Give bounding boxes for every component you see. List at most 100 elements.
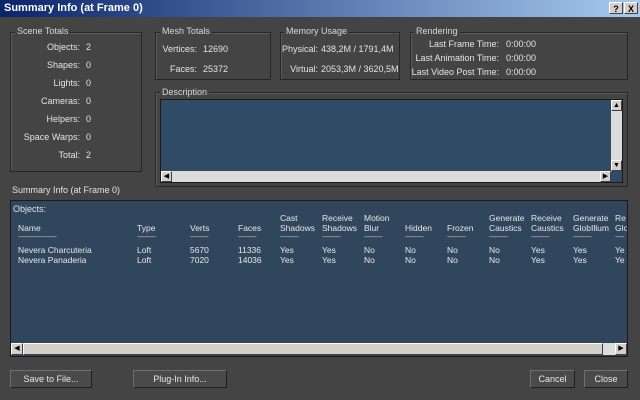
scene-shapes-value: 0 xyxy=(86,60,92,70)
column-header[interactable]: Verts xyxy=(190,223,238,233)
column-header[interactable]: Caustics xyxy=(489,223,531,233)
table-cell: Loft xyxy=(137,255,152,265)
column-header[interactable]: Type xyxy=(137,223,190,233)
close-window-button[interactable]: X xyxy=(624,2,638,14)
table-cell: 11336 xyxy=(238,245,262,255)
column-separator: ---------- xyxy=(238,234,257,241)
table-cell: No xyxy=(364,255,375,265)
description-scroll-up-button[interactable]: ▲ xyxy=(611,100,622,111)
table-cell: No xyxy=(489,245,500,255)
last-video-post-time-value: 0:00:00 xyxy=(506,67,537,77)
table-cell: Yes xyxy=(531,245,545,255)
column-header-line1: Generate xyxy=(573,213,609,223)
column-separator: ---------- xyxy=(531,234,550,241)
vertices-label: Vertices: xyxy=(162,44,197,54)
table-cell: Yes xyxy=(531,255,545,265)
table-cell: Nevera Panaderia xyxy=(18,255,87,265)
description-scroll-right-button[interactable]: ▶ xyxy=(600,171,611,182)
scene-shapes-label: Shapes: xyxy=(46,60,80,70)
column-header-line1: Cast xyxy=(280,213,298,223)
table-cell: 5670 xyxy=(190,245,209,255)
column-header-line1: Receive xyxy=(531,213,562,223)
scene-space-warps-label: Space Warps: xyxy=(23,132,80,142)
column-separator: ---------- xyxy=(447,234,466,241)
column-separator: ---------- xyxy=(364,234,383,241)
scene-lights-label: Lights: xyxy=(53,78,80,88)
last-video-post-time-label: Last Video Post Time: xyxy=(411,67,499,77)
last-animation-time-label: Last Animation Time: xyxy=(415,53,499,63)
column-separator: ---------- xyxy=(405,234,424,241)
scene-cameras-value: 0 xyxy=(86,96,92,106)
physical-value: 438,2M / 1791,4M xyxy=(321,44,394,54)
table-cell: Yes xyxy=(573,255,587,265)
table-cell: Yes xyxy=(280,255,294,265)
column-separator: ---------- xyxy=(573,234,592,241)
cancel-button[interactable]: Cancel xyxy=(530,370,575,388)
scene-total-label: Total: xyxy=(58,150,80,160)
table-cell: No xyxy=(405,255,416,265)
virtual-value: 2053,3M / 3620,5M xyxy=(321,64,399,74)
scene-objects-label: Objects: xyxy=(46,42,80,52)
table-cell: 14036 xyxy=(238,255,262,265)
objects-scroll-thumb[interactable] xyxy=(23,343,603,355)
column-header-line1: Re xyxy=(615,213,626,223)
summary-info-label: Summary Info (at Frame 0) xyxy=(12,185,121,195)
column-header-line1: Motion xyxy=(364,213,390,223)
table-cell: Yes xyxy=(322,255,336,265)
virtual-label: Virtual: xyxy=(290,64,318,74)
column-header[interactable]: Caustics xyxy=(531,223,573,233)
column-separator: ---------- xyxy=(489,234,508,241)
description-hscroll[interactable] xyxy=(161,171,611,182)
table-cell: Ye xyxy=(615,245,625,255)
column-header[interactable]: Hidden xyxy=(405,223,447,233)
column-header[interactable]: Shadows xyxy=(280,223,322,233)
faces-value: 25372 xyxy=(203,64,229,74)
scene-helpers-value: 0 xyxy=(86,114,92,124)
table-cell: No xyxy=(489,255,500,265)
plugin-info-button[interactable]: Plug-In Info... xyxy=(133,370,227,388)
faces-label: Faces: xyxy=(169,64,197,74)
table-cell: Loft xyxy=(137,245,152,255)
table-cell: 7020 xyxy=(190,255,209,265)
scene-total-value: 2 xyxy=(86,150,92,160)
description-label: Description xyxy=(160,87,210,97)
scene-objects-value: 2 xyxy=(86,42,92,52)
last-frame-time-label: Last Frame Time: xyxy=(428,39,499,49)
objects-scroll-right-button[interactable]: ▶ xyxy=(615,343,627,355)
objects-label: Objects: xyxy=(13,204,47,214)
save-to-file-button[interactable]: Save to File... xyxy=(10,370,92,388)
title-bar: Summary Info (at Frame 0) ? X xyxy=(0,0,640,17)
scene-space-warps-value: 0 xyxy=(86,132,92,142)
column-header[interactable]: Frozen xyxy=(447,223,489,233)
column-separator: ---------- xyxy=(190,234,209,241)
window-title: Summary Info (at Frame 0) xyxy=(4,2,143,14)
column-header[interactable]: Name xyxy=(18,223,137,233)
memory-usage-label: Memory Usage xyxy=(284,26,350,36)
column-header[interactable]: Glo xyxy=(615,223,627,233)
help-button[interactable]: ? xyxy=(609,2,623,14)
column-header[interactable]: Faces xyxy=(238,223,280,233)
table-cell: No xyxy=(364,245,375,255)
column-header[interactable]: Blur xyxy=(364,223,405,233)
table-cell: Ye xyxy=(615,255,625,265)
column-header[interactable]: GlobIllum xyxy=(573,223,615,233)
column-separator: --------------------- xyxy=(18,234,57,241)
table-cell: Nevera Charcuteria xyxy=(18,245,92,255)
table-cell: Yes xyxy=(280,245,294,255)
table-cell: Yes xyxy=(322,245,336,255)
objects-scroll-left-button[interactable]: ◀ xyxy=(11,343,23,355)
vertices-value: 12690 xyxy=(203,44,229,54)
scene-totals-label: Scene Totals xyxy=(15,26,71,36)
description-scroll-down-button[interactable]: ▼ xyxy=(611,160,622,171)
table-cell: No xyxy=(447,245,458,255)
column-header[interactable]: Shadows xyxy=(322,223,364,233)
table-cell: Yes xyxy=(573,245,587,255)
scene-helpers-label: Helpers: xyxy=(46,114,80,124)
description-scroll-left-button[interactable]: ◀ xyxy=(161,171,172,182)
physical-label: Physical: xyxy=(281,44,318,54)
table-cell: No xyxy=(405,245,416,255)
close-button[interactable]: Close xyxy=(584,370,628,388)
rendering-label: Rendering xyxy=(414,26,460,36)
column-header-line1: Generate xyxy=(489,213,525,223)
column-separator: ---------- xyxy=(280,234,299,241)
